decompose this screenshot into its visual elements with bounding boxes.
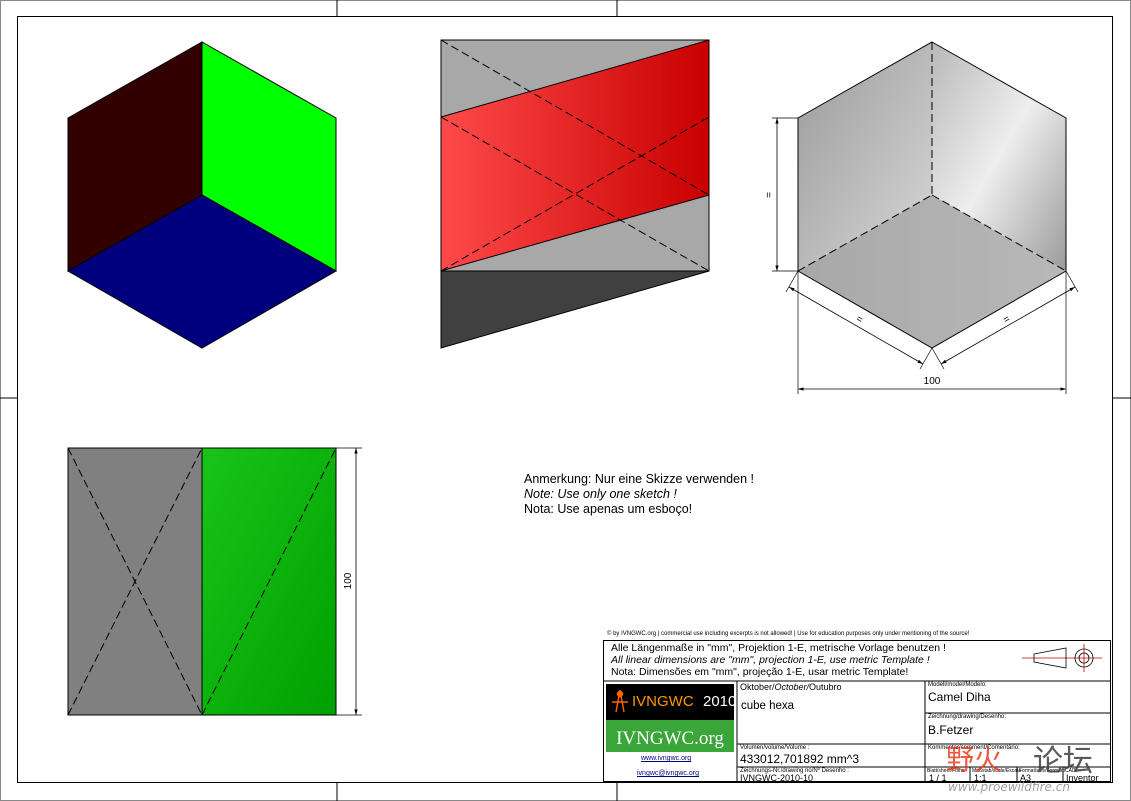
dim-lower-left-label: = (854, 314, 865, 327)
drawing-label: Zeichnung/drawing/Desenho: (928, 714, 1007, 720)
email-link[interactable]: ivngwc@ivngwc.org (637, 770, 699, 777)
logo-year: 2010 (703, 693, 736, 710)
bottom-dark (440, 270, 710, 349)
logo-org: IVNGWC.org (616, 728, 724, 749)
month-pt: Outubro (809, 682, 842, 692)
sketch-note: Anmerkung: Nur eine Skizze verwenden ! N… (524, 472, 754, 517)
note-line-pt: Nota: Use apenas um esboço! (524, 502, 693, 516)
logo-text: IVNGWC (632, 693, 694, 710)
month-en: October/ (774, 682, 810, 692)
dim-height-label: 100 (343, 572, 354, 589)
volume-value: 433012,701892 mm^3 (740, 752, 860, 766)
model-label: Modell/model/Modelo: (928, 682, 987, 688)
dim-vertical-label: = (764, 192, 775, 198)
model-value: Camel Diha (928, 690, 991, 704)
ivngwc-logo: IVNGWC 2010 IVNGWC.org (606, 684, 736, 752)
watermark-text-left: 野火 (946, 743, 1003, 776)
front-view-red-band (440, 39, 710, 349)
projection-symbol-icon (1022, 644, 1102, 672)
note-line-de: Anmerkung: Nur eine Skizze verwenden ! (524, 472, 754, 486)
drawing-no-value: IVNGWC-2010-10 (740, 773, 814, 783)
drawing-value: B.Fetzer (928, 723, 974, 737)
watermark-text-right: 论坛 (1033, 744, 1093, 779)
part-name: cube hexa (741, 700, 795, 712)
isometric-colored-view (66, 41, 338, 349)
watermark-url: www.proewildfire.cn (948, 780, 1070, 794)
volume-label: Volumen/volume/Volume : (740, 745, 810, 751)
copyright-line: © by IVNGWC.org | commercial use includi… (607, 631, 970, 637)
sheet-value: 1 / 1 (929, 773, 947, 783)
side-view: 100 (67, 447, 362, 716)
dim-width-label: 100 (924, 376, 941, 387)
month-label: Oktober/October/Outubro (740, 682, 842, 692)
units-pt: Nota: Dimensões em "mm", projeção 1-E, u… (611, 666, 909, 678)
units-de: Alle Längenmaße in "mm", Projektion 1-E,… (611, 642, 946, 654)
month-de: Oktober/ (740, 682, 775, 692)
drawing-sheet: = = = 100 100 IVNGWC 2010 IVNGWC.org (0, 0, 1131, 801)
units-en: All linear dimensions are "mm", projecti… (611, 654, 930, 666)
note-line-en: Note: Use only one sketch ! (524, 487, 677, 501)
isometric-gray-view: = = = 100 (764, 41, 1079, 394)
website-link[interactable]: www.ivngwc.org (641, 755, 691, 762)
